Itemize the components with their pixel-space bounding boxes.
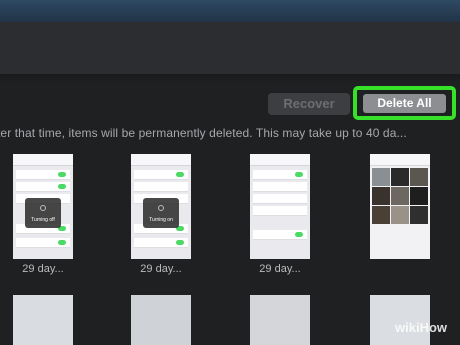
deletion-notice: ter that time, items will be permanently… (0, 126, 460, 144)
progress-hud: Turning on (143, 198, 179, 228)
recover-button[interactable]: Recover (268, 93, 350, 115)
settings-header (250, 154, 310, 166)
photo-thumbnail[interactable] (250, 295, 310, 345)
days-remaining: 29 day... (140, 263, 182, 275)
toggle-icon (176, 240, 184, 245)
settings-header (13, 154, 73, 166)
days-remaining: 29 day... (22, 263, 64, 275)
hud-label: Turning off (31, 217, 55, 223)
toggle-icon (58, 172, 66, 177)
progress-hud: Turning off (25, 198, 61, 228)
window-top-band (0, 0, 460, 22)
photo-thumbnail[interactable] (13, 295, 73, 345)
toolbar-divider (0, 74, 460, 84)
photo-thumbnail[interactable] (250, 154, 310, 259)
delete-all-button[interactable]: Delete All (363, 94, 446, 113)
settings-header (131, 154, 191, 166)
delete-all-highlight: Delete All (353, 86, 456, 120)
spinner-icon (158, 205, 164, 211)
toggle-icon (295, 172, 303, 177)
photo-thumbnail[interactable] (131, 295, 191, 345)
photo-thumbnail[interactable]: Turning off (13, 154, 73, 259)
hud-label: Turning on (149, 217, 173, 223)
toggle-icon (58, 240, 66, 245)
spinner-icon (40, 205, 46, 211)
days-remaining: 29 day... (259, 263, 301, 275)
toolbar (0, 22, 460, 74)
wikihow-watermark: wikiHow (395, 320, 448, 335)
photos-header (370, 154, 430, 166)
photo-thumbnail[interactable]: Turning on (131, 154, 191, 259)
toggle-icon (295, 232, 303, 237)
toggle-icon (58, 184, 66, 189)
toggle-icon (176, 172, 184, 177)
photo-thumbnail[interactable] (370, 154, 430, 259)
deletion-notice-text: ter that time, items will be permanently… (0, 126, 407, 140)
